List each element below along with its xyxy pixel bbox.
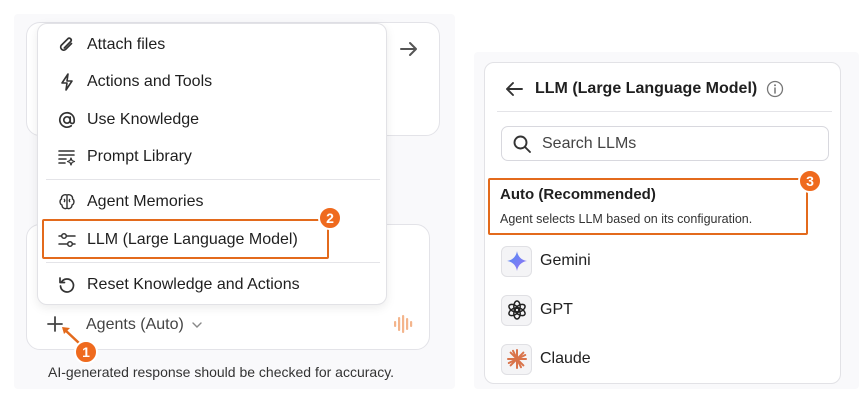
callout-badge-3: 3: [798, 169, 822, 193]
llm-option-label: Claude: [540, 350, 591, 367]
panel-header: LLM (Large Language Model): [503, 77, 784, 101]
llm-option-gpt[interactable]: GPT: [501, 294, 573, 326]
at-sign-icon: [56, 109, 78, 131]
arrow-right-icon[interactable]: [398, 38, 420, 60]
llm-option-label: Gemini: [540, 252, 591, 269]
openai-icon: [501, 294, 532, 326]
prompt-library-icon: [56, 146, 78, 168]
claude-icon: [501, 343, 532, 375]
menu-item-label: Use Knowledge: [87, 111, 200, 128]
chevron-down-icon: [192, 322, 202, 328]
menu-divider: [46, 179, 380, 180]
menu-divider: [46, 262, 380, 263]
callout-badge-2: 2: [318, 206, 342, 230]
menu-item-label: Prompt Library: [87, 148, 192, 165]
menu-item-reset-knowledge[interactable]: Reset Knowledge and Actions: [56, 270, 300, 300]
info-icon[interactable]: [766, 80, 784, 98]
highlight-box-llm: [42, 219, 329, 259]
arrow-left-icon[interactable]: [503, 78, 525, 100]
search-icon: [513, 135, 531, 153]
voice-wave-icon[interactable]: [392, 314, 416, 334]
menu-item-actions-and-tools[interactable]: Actions and Tools: [56, 67, 212, 97]
menu-item-prompt-library[interactable]: Prompt Library: [56, 142, 192, 172]
callout-badge-1: 1: [74, 340, 98, 364]
brain-icon: [56, 191, 78, 213]
disclaimer-text: AI-generated response should be checked …: [48, 364, 395, 380]
highlight-box-auto: [488, 178, 808, 235]
reset-icon: [56, 274, 78, 296]
paperclip-icon: [56, 34, 78, 56]
llm-option-claude[interactable]: Claude: [501, 343, 591, 375]
panel-title: LLM (Large Language Model): [535, 80, 758, 97]
gemini-icon: [501, 245, 532, 277]
menu-item-label: Attach files: [87, 36, 166, 53]
search-box[interactable]: [501, 126, 829, 161]
llm-option-label: GPT: [540, 301, 573, 318]
menu-item-label: Reset Knowledge and Actions: [87, 276, 300, 293]
menu-item-attach-files[interactable]: Attach files: [56, 30, 165, 60]
menu-item-label: Actions and Tools: [87, 73, 213, 90]
search-input[interactable]: [540, 133, 810, 154]
menu-item-agent-memories[interactable]: Agent Memories: [56, 187, 204, 217]
lightning-icon: [56, 71, 78, 93]
menu-item-label: Agent Memories: [87, 193, 204, 210]
agents-select-label: Agents (Auto): [86, 316, 184, 333]
agents-select[interactable]: Agents (Auto): [86, 314, 202, 336]
panel-divider: [497, 111, 832, 112]
llm-option-gemini[interactable]: Gemini: [501, 245, 591, 277]
menu-item-use-knowledge[interactable]: Use Knowledge: [56, 105, 199, 135]
attach-menu: Attach files Actions and Tools Use Knowl…: [37, 23, 387, 305]
